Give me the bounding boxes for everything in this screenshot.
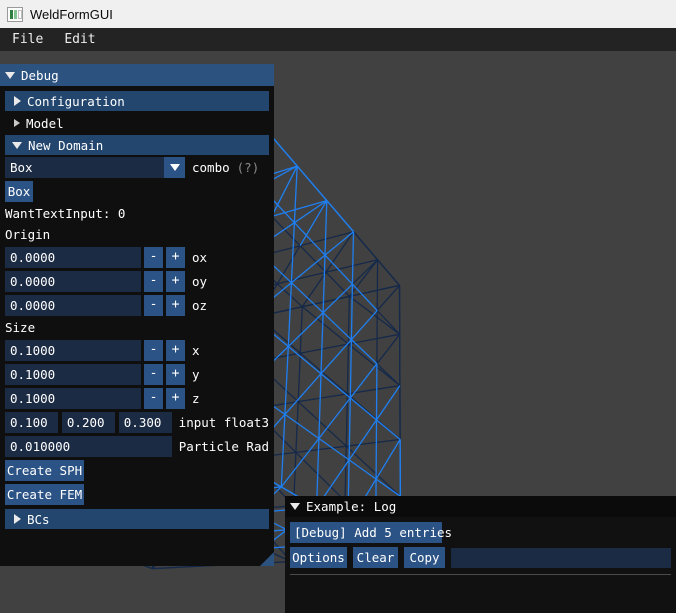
particle-radius-label: Particle Rad — [178, 439, 269, 454]
float3-label: input float3 — [178, 415, 269, 430]
size-group-label: Size — [5, 320, 36, 335]
log-window-title: Example: Log — [306, 499, 397, 514]
section-header-bcs[interactable]: BCs — [5, 509, 269, 529]
chevron-down-icon[interactable] — [164, 157, 185, 178]
particle-radius-input[interactable]: 0.010000 — [5, 436, 172, 457]
triangle-right-icon — [14, 96, 21, 106]
section-header-configuration[interactable]: Configuration — [5, 91, 269, 111]
size-y-increment-button[interactable]: + — [166, 364, 185, 385]
help-marker-icon[interactable]: (?) — [237, 160, 260, 175]
section-label-bcs: BCs — [27, 511, 50, 527]
resize-grip-icon[interactable] — [260, 552, 274, 566]
float3-input-1[interactable]: 0.200 — [61, 412, 115, 433]
section-label-configuration: Configuration — [27, 93, 125, 109]
log-toolbar: Options Clear Copy — [290, 547, 671, 568]
debug-window[interactable]: Debug Configuration Model New Domain Box… — [0, 64, 274, 566]
size-y-label: y — [192, 367, 200, 382]
origin-oy-label: oy — [192, 274, 208, 289]
size-z-row: 0.1000 - + z — [5, 388, 269, 409]
app-window-icon — [7, 6, 23, 22]
size-y-decrement-button[interactable]: - — [144, 364, 163, 385]
want-text-input-status: WantTextInput: 0 — [5, 206, 126, 221]
size-x-label: x — [192, 343, 200, 358]
create-fem-row: Create FEM — [5, 484, 269, 505]
origin-oz-increment-button[interactable]: + — [166, 295, 185, 316]
size-z-input[interactable]: 0.1000 — [5, 388, 141, 409]
section-label-new-domain: New Domain — [28, 137, 104, 153]
window-titlebar: WeldFormGUI — [0, 0, 676, 28]
menu-file[interactable]: File — [3, 30, 52, 49]
size-z-label: z — [192, 391, 200, 406]
origin-oy-increment-button[interactable]: + — [166, 271, 185, 292]
debug-window-titlebar[interactable]: Debug — [0, 64, 274, 86]
size-y-row: 0.1000 - + y — [5, 364, 269, 385]
debug-window-title: Debug — [21, 67, 59, 83]
log-window[interactable]: Example: Log [Debug] Add 5 entries Optio… — [285, 496, 676, 613]
origin-ox-increment-button[interactable]: + — [166, 247, 185, 268]
log-copy-button[interactable]: Copy — [404, 547, 445, 568]
origin-oy-row: 0.0000 - + oy — [5, 271, 269, 292]
section-header-model[interactable]: Model — [5, 113, 269, 133]
log-options-button[interactable]: Options — [290, 547, 347, 568]
origin-ox-label: ox — [192, 250, 208, 265]
log-entries-list[interactable] — [290, 575, 671, 613]
size-x-row: 0.1000 - + x — [5, 340, 269, 361]
shape-combo-value: Box — [10, 160, 33, 175]
size-x-increment-button[interactable]: + — [166, 340, 185, 361]
origin-ox-input[interactable]: 0.0000 — [5, 247, 141, 268]
float3-row: 0.100 0.200 0.300 input float3 — [5, 412, 269, 433]
create-sph-button[interactable]: Create SPH — [5, 460, 84, 481]
create-sph-row: Create SPH — [5, 460, 269, 481]
debug-window-body: Configuration Model New Domain Box combo… — [0, 86, 274, 566]
log-filter-input[interactable] — [451, 547, 671, 568]
create-fem-button[interactable]: Create FEM — [5, 484, 84, 505]
shape-box-button[interactable]: Box — [5, 181, 33, 202]
log-window-body: [Debug] Add 5 entries Options Clear Copy — [285, 517, 676, 613]
log-window-titlebar[interactable]: Example: Log — [285, 496, 676, 517]
shape-combo-label: combo — [192, 160, 230, 175]
triangle-down-icon — [12, 141, 22, 149]
log-add-entries-button[interactable]: [Debug] Add 5 entries — [290, 522, 452, 543]
size-x-input[interactable]: 0.1000 — [5, 340, 141, 361]
window-title: WeldFormGUI — [30, 6, 113, 22]
float3-input-2[interactable]: 0.300 — [118, 412, 172, 433]
triangle-right-icon — [14, 514, 21, 524]
shape-combo[interactable]: Box — [5, 157, 185, 178]
origin-oz-label: oz — [192, 298, 208, 313]
origin-oy-input[interactable]: 0.0000 — [5, 271, 141, 292]
triangle-down-icon[interactable] — [290, 503, 300, 510]
section-label-model: Model — [26, 115, 64, 131]
origin-oz-input[interactable]: 0.0000 — [5, 295, 141, 316]
origin-oz-row: 0.0000 - + oz — [5, 295, 269, 316]
origin-ox-decrement-button[interactable]: - — [144, 247, 163, 268]
log-add-entries-row: [Debug] Add 5 entries — [290, 522, 671, 543]
triangle-down-icon[interactable] — [5, 71, 15, 79]
origin-group-label: Origin — [5, 227, 51, 242]
origin-oz-decrement-button[interactable]: - — [144, 295, 163, 316]
particle-radius-row: 0.010000 Particle Rad — [5, 436, 269, 457]
size-x-decrement-button[interactable]: - — [144, 340, 163, 361]
size-y-input[interactable]: 0.1000 — [5, 364, 141, 385]
shape-combo-row: Box combo (?) — [5, 157, 269, 178]
origin-oy-decrement-button[interactable]: - — [144, 271, 163, 292]
shape-button-row: Box — [5, 181, 269, 202]
menubar: File Edit — [0, 28, 676, 51]
origin-ox-row: 0.0000 - + ox — [5, 247, 269, 268]
size-z-increment-button[interactable]: + — [166, 388, 185, 409]
triangle-right-icon — [14, 119, 20, 127]
menu-edit[interactable]: Edit — [55, 30, 104, 49]
float3-input-0[interactable]: 0.100 — [5, 412, 58, 433]
size-z-decrement-button[interactable]: - — [144, 388, 163, 409]
log-clear-button[interactable]: Clear — [353, 547, 398, 568]
section-header-new-domain[interactable]: New Domain — [5, 135, 269, 155]
